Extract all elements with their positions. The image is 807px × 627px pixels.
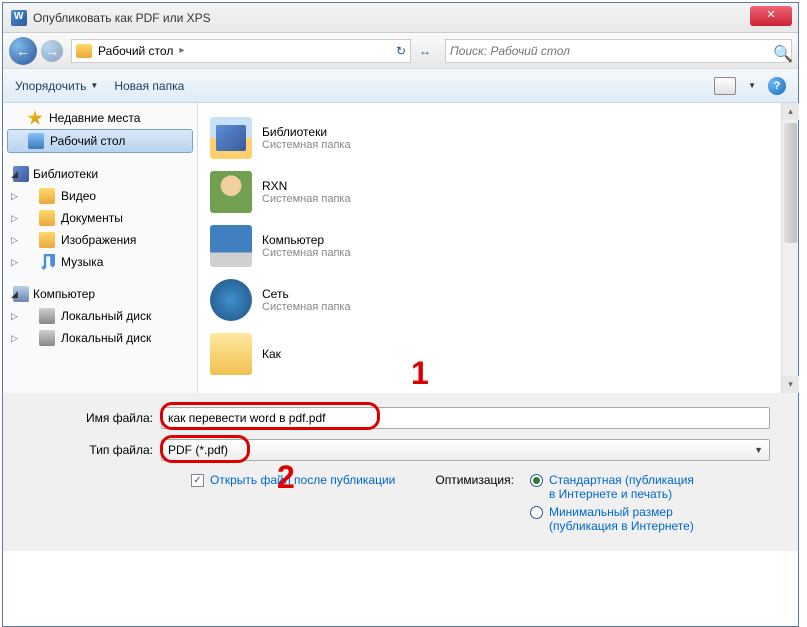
triangle-right-icon: ▷ [11,311,18,322]
scroll-up-icon[interactable]: ▴ [782,103,799,120]
refresh-icon[interactable]: ↻ [396,44,406,58]
list-item[interactable]: КомпьютерСистемная папка [206,219,773,273]
filetype-value: PDF (*.pdf) [168,443,228,457]
folder-icon [210,333,252,375]
sidebar-item-desktop[interactable]: Рабочий стол [7,129,193,153]
triangle-down-icon: ◢ [11,289,18,300]
scroll-down-icon[interactable]: ▾ [782,376,799,393]
chevron-down-icon: ▼ [90,81,98,90]
toolbar: Упорядочить▼ Новая папка ▼ ? [3,69,798,103]
chevron-down-icon[interactable]: ▼ [748,81,756,90]
radio-icon [530,474,543,487]
sidebar-group-computer[interactable]: ◢Компьютер [3,283,197,305]
sidebar-group-libraries[interactable]: ◢Библиотеки [3,163,197,185]
star-icon [27,110,43,126]
window-title: Опубликовать как PDF или XPS [33,11,211,25]
chevron-right-icon: ▸ [179,45,184,56]
triangle-right-icon: ▷ [11,257,18,268]
checkbox-icon: ✓ [191,474,204,487]
music-icon [39,254,55,270]
list-item[interactable]: СетьСистемная папка [206,273,773,327]
sidebar-item-disk1[interactable]: ▷Локальный диск [3,305,197,327]
titlebar: Опубликовать как PDF или XPS ✕ [3,3,798,33]
folder-icon [76,44,92,58]
list-item[interactable]: БиблиотекиСистемная папка [206,111,773,165]
annotation-marker-2: 2 [277,459,295,496]
breadcrumb[interactable]: Рабочий стол ▸ ↻ [71,39,411,63]
back-button[interactable]: ← [9,37,37,65]
sidebar-item-images[interactable]: ▷Изображения [3,229,197,251]
filename-label: Имя файла: [31,411,161,425]
triangle-right-icon: ▷ [11,191,18,202]
triangle-right-icon: ▷ [11,333,18,344]
search-icon: 🔍 [773,44,787,58]
annotation-marker-1: 1 [411,355,429,392]
sidebar: Недавние места Рабочий стол ◢Библиотеки … [3,103,198,393]
disk-icon [39,330,55,346]
arrow-left-icon: ← [16,43,30,59]
list-item[interactable]: RXNСистемная папка [206,165,773,219]
open-after-label: Открыть файл после публикации [210,473,395,487]
search-box[interactable]: 🔍 [445,39,792,63]
app-icon [11,10,27,26]
filetype-combo[interactable]: PDF (*.pdf) ▼ [161,439,770,461]
folder-icon [39,210,55,226]
list-item[interactable]: Как [206,327,773,381]
scrollbar[interactable]: ▴ ▾ [781,103,798,393]
radio-icon [530,506,543,519]
breadcrumb-location: Рабочий стол [98,44,173,58]
filetype-label: Тип файла: [31,443,161,457]
sidebar-item-recent[interactable]: Недавние места [3,107,197,129]
navbar: ← → Рабочий стол ▸ ↻ ↔ 🔍 [3,33,798,69]
sidebar-item-music[interactable]: ▷Музыка [3,251,197,273]
computer-icon [210,225,252,267]
disk-icon [39,308,55,324]
refresh-split-icon[interactable]: ↔ [419,44,431,58]
triangle-down-icon: ◢ [11,169,18,180]
library-icon [210,117,252,159]
scroll-thumb[interactable] [784,123,797,243]
folder-icon [39,232,55,248]
search-input[interactable] [450,44,773,58]
radio-minimal[interactable]: Минимальный размер (публикация в Интерне… [530,505,699,533]
triangle-right-icon: ▷ [11,213,18,224]
sidebar-item-video[interactable]: ▷Видео [3,185,197,207]
optimize-label: Оптимизация: [435,473,514,537]
new-folder-button[interactable]: Новая папка [114,79,184,93]
filename-input[interactable] [161,407,770,429]
close-button[interactable]: ✕ [750,6,792,26]
arrow-right-icon: → [45,43,59,59]
view-button[interactable] [714,77,736,95]
folder-icon [39,188,55,204]
chevron-down-icon: ▼ [754,445,763,455]
monitor-icon [28,133,44,149]
network-icon [210,279,252,321]
help-button[interactable]: ? [768,77,786,95]
forward-button[interactable]: → [41,40,63,62]
user-folder-icon [210,171,252,213]
organize-button[interactable]: Упорядочить▼ [15,79,98,93]
triangle-right-icon: ▷ [11,235,18,246]
sidebar-item-documents[interactable]: ▷Документы [3,207,197,229]
file-list: БиблиотекиСистемная папка RXNСистемная п… [198,103,781,393]
sidebar-item-disk2[interactable]: ▷Локальный диск [3,327,197,349]
bottom-panel: 1 2 Имя файла: Тип файла: PDF (*.pdf) ▼ … [3,393,798,551]
radio-standard[interactable]: Стандартная (публикация в Интернете и пе… [530,473,699,501]
